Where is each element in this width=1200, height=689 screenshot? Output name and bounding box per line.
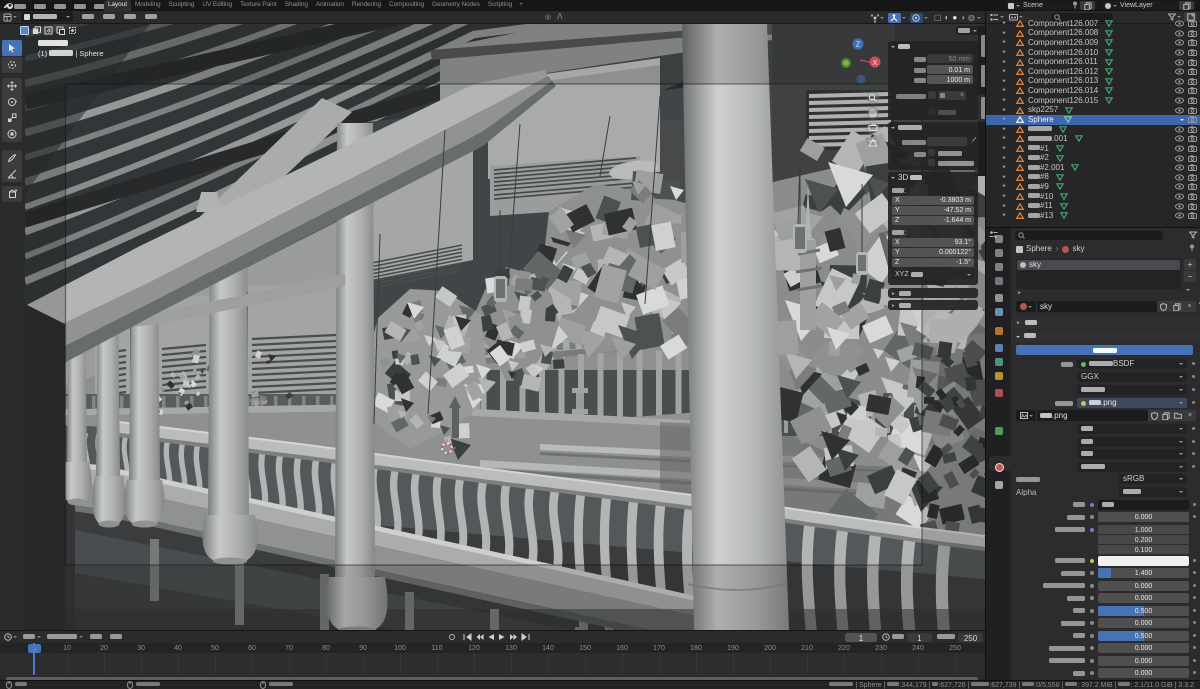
svg-text:Z: Z [856, 42, 861, 49]
svg-text:X: X [873, 60, 878, 67]
